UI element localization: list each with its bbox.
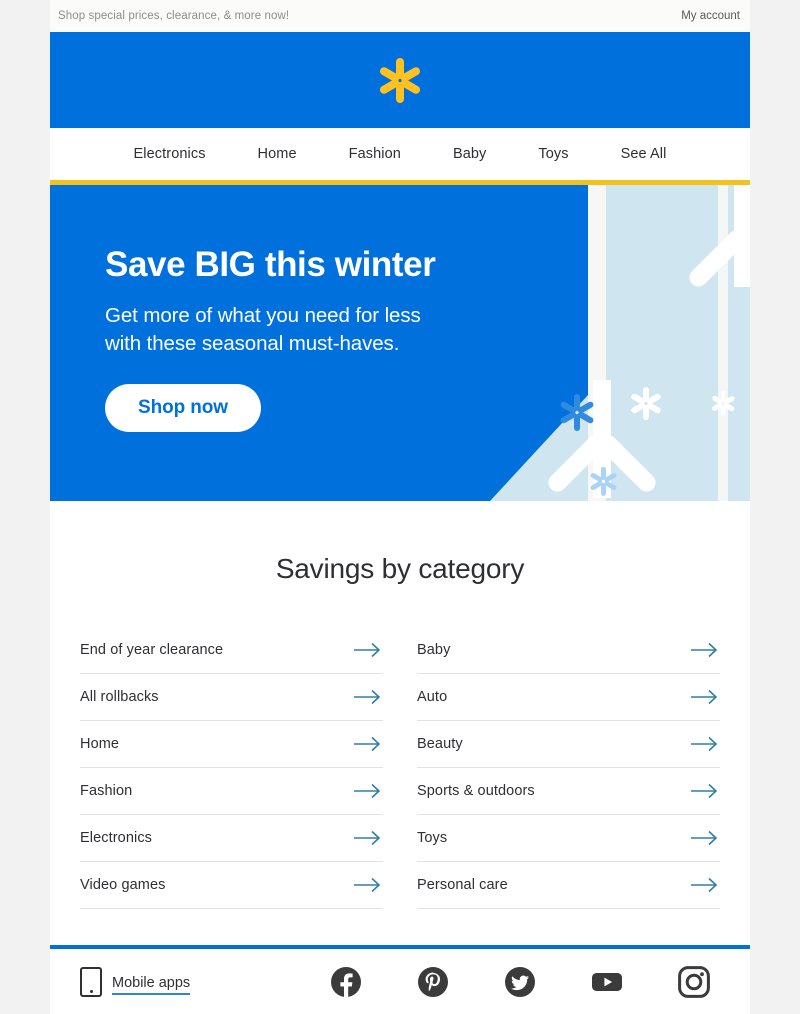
instagram-icon[interactable] — [678, 965, 710, 998]
arrow-right-icon[interactable] — [353, 688, 383, 706]
category-row-all-rollbacks[interactable]: All rollbacks — [80, 674, 383, 721]
spark-decoration-3 — [623, 380, 669, 426]
spark-decoration-4 — [705, 385, 741, 421]
category-row-video-games[interactable]: Video games — [80, 862, 383, 909]
mobile-apps-link[interactable]: Mobile apps — [80, 966, 191, 997]
hero-subtitle-line2: with these seasonal must-haves. — [105, 332, 400, 356]
hero-text-block: Save BIG this winter Get more of what yo… — [105, 245, 545, 433]
hero-subtitle-line1: Get more of what you need for less — [105, 303, 421, 327]
category-row-personal-care[interactable]: Personal care — [417, 862, 720, 909]
category-column-right: Baby Auto Beauty Sports & outdoors Toys … — [417, 627, 720, 909]
arrow-right-icon[interactable] — [690, 688, 720, 706]
category-row-sports-outdoors[interactable]: Sports & outdoors — [417, 768, 720, 815]
category-grid: End of year clearance All rollbacks Home… — [80, 627, 720, 909]
arrow-right-icon[interactable] — [353, 876, 383, 894]
arrow-right-icon[interactable] — [690, 782, 720, 800]
arrow-right-icon[interactable] — [690, 876, 720, 894]
category-label: Sports & outdoors — [417, 783, 535, 799]
email-page: Shop special prices, clearance, & more n… — [0, 0, 800, 1014]
my-account-link[interactable]: My account — [681, 10, 742, 22]
category-label: Electronics — [80, 830, 153, 846]
email-body: Electronics Home Fashion Baby Toys See A… — [50, 32, 750, 1014]
nav-item-toys[interactable]: Toys — [512, 146, 594, 162]
savings-by-category-section: Savings by category End of year clearanc… — [50, 501, 750, 935]
nav-item-see-all[interactable]: See All — [595, 146, 693, 162]
category-row-toys[interactable]: Toys — [417, 815, 720, 862]
category-label: Video games — [80, 877, 166, 893]
mobile-apps-label: Mobile apps — [112, 975, 191, 995]
walmart-spark-logo[interactable] — [369, 49, 431, 111]
shop-now-button[interactable]: Shop now — [105, 384, 261, 433]
nav-item-home[interactable]: Home — [232, 146, 323, 162]
social-links — [330, 965, 720, 998]
category-row-beauty[interactable]: Beauty — [417, 721, 720, 768]
nav-item-baby[interactable]: Baby — [427, 146, 512, 162]
hero-banner: Save BIG this winter Get more of what yo… — [50, 185, 750, 501]
twitter-icon[interactable] — [504, 966, 536, 998]
arrow-right-icon[interactable] — [353, 735, 383, 753]
category-row-fashion[interactable]: Fashion — [80, 768, 383, 815]
category-row-end-of-year-clearance[interactable]: End of year clearance — [80, 627, 383, 674]
arrow-right-icon[interactable] — [353, 782, 383, 800]
nav-item-electronics[interactable]: Electronics — [108, 146, 232, 162]
category-label: Toys — [417, 830, 448, 846]
section-title: Savings by category — [275, 553, 525, 584]
arrow-right-icon[interactable] — [690, 641, 720, 659]
hero-title: Save BIG this winter — [105, 245, 436, 284]
category-label: Fashion — [80, 783, 133, 799]
category-label: Personal care — [417, 877, 508, 893]
category-column-left: End of year clearance All rollbacks Home… — [80, 627, 383, 909]
mobile-phone-icon — [80, 966, 102, 997]
logo-band — [50, 32, 750, 128]
category-row-home[interactable]: Home — [80, 721, 383, 768]
category-row-baby[interactable]: Baby — [417, 627, 720, 674]
category-label: Baby — [417, 642, 451, 658]
spark-decoration-1 — [550, 385, 604, 439]
nav-item-fashion[interactable]: Fashion — [323, 146, 427, 162]
footer: Mobile apps — [50, 949, 750, 1014]
spark-decoration-2 — [582, 460, 624, 501]
arrow-right-icon[interactable] — [690, 829, 720, 847]
category-label: End of year clearance — [80, 642, 224, 658]
facebook-icon[interactable] — [330, 966, 362, 998]
hero-subtitle: Get more of what you need for less with … — [105, 302, 545, 359]
category-label: Home — [80, 736, 120, 752]
arrow-right-icon[interactable] — [353, 829, 383, 847]
category-label: All rollbacks — [80, 689, 159, 705]
pinterest-icon[interactable] — [417, 966, 449, 998]
category-label: Auto — [417, 689, 448, 705]
category-row-auto[interactable]: Auto — [417, 674, 720, 721]
arrow-right-icon[interactable] — [690, 735, 720, 753]
youtube-icon[interactable] — [591, 966, 623, 998]
category-row-electronics[interactable]: Electronics — [80, 815, 383, 862]
preheader-bar: Shop special prices, clearance, & more n… — [50, 0, 750, 32]
hero-down-arrow-small — [685, 185, 750, 305]
preheader-promo-text: Shop special prices, clearance, & more n… — [58, 10, 290, 22]
category-label: Beauty — [417, 736, 463, 752]
category-nav: Electronics Home Fashion Baby Toys See A… — [50, 128, 750, 180]
arrow-right-icon[interactable] — [353, 641, 383, 659]
